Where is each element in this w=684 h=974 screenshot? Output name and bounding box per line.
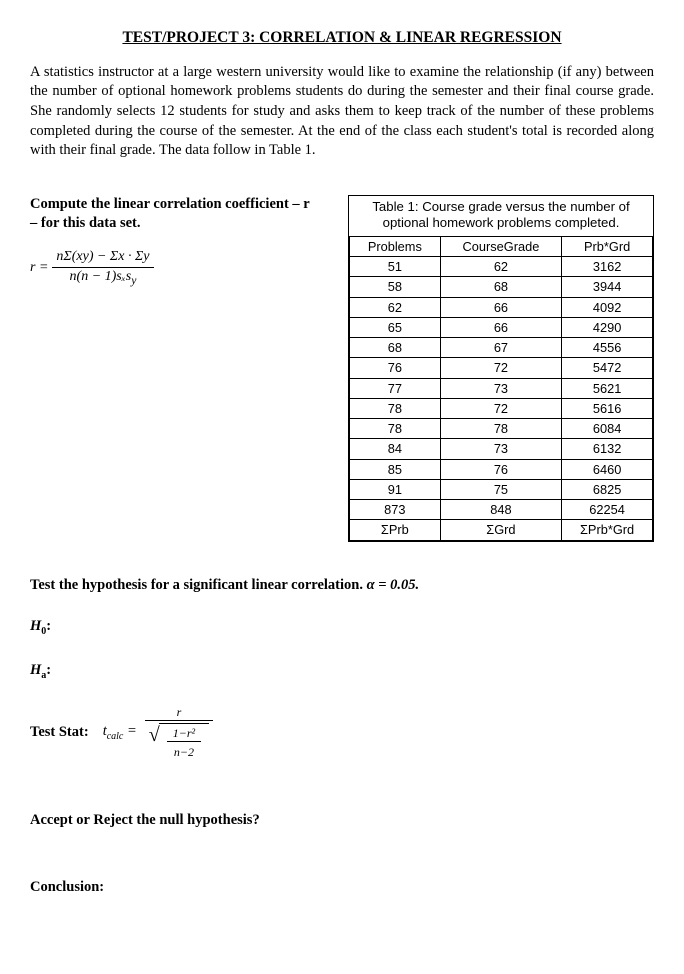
table-row: 51623162 — [350, 257, 653, 277]
data-table: Problems CourseGrade Prb*Grd 51623162586… — [349, 236, 653, 541]
table-cell: 5472 — [562, 358, 653, 378]
table-cell: 78 — [350, 419, 441, 439]
table-row: 77735621 — [350, 378, 653, 398]
sumlabel-prbgrd: ΣPrb*Grd — [562, 520, 653, 540]
intro-paragraph: A statistics instructor at a large weste… — [30, 63, 654, 161]
table-cell: 68 — [440, 277, 561, 297]
table-row: 78786084 — [350, 419, 653, 439]
sum-prbgrd: 62254 — [562, 500, 653, 520]
sum-grade: 848 — [440, 500, 561, 520]
table-cell: 62 — [350, 297, 441, 317]
table-cell: 66 — [440, 297, 561, 317]
conclusion-prompt: Conclusion: — [30, 878, 654, 898]
table-row: 65664290 — [350, 317, 653, 337]
table-cell: 73 — [440, 378, 561, 398]
table-cell: 72 — [440, 358, 561, 378]
table-cell: 72 — [440, 398, 561, 418]
table-row: 85766460 — [350, 459, 653, 479]
table-cell: 4092 — [562, 297, 653, 317]
table-cell: 76 — [440, 459, 561, 479]
table-cell: 4290 — [562, 317, 653, 337]
col-header-grade: CourseGrade — [440, 236, 561, 256]
test-stat-label: Test Stat: — [30, 723, 89, 743]
table-row: 76725472 — [350, 358, 653, 378]
test-stat-row: Test Stat: tcalc = r 1−r² n−2 — [30, 704, 654, 761]
r-numerator: nΣ(xy) − Σx · Σy — [52, 248, 153, 268]
table-cell: 65 — [350, 317, 441, 337]
table-cell: 85 — [350, 459, 441, 479]
table-cell: 84 — [350, 439, 441, 459]
table-cell: 6132 — [562, 439, 653, 459]
table-cell: 6460 — [562, 459, 653, 479]
table-cell: 66 — [440, 317, 561, 337]
table-cell: 77 — [350, 378, 441, 398]
compute-prompt: Compute the linear correlation coefficie… — [30, 195, 310, 234]
table-cell: 5621 — [562, 378, 653, 398]
table-cell: 6825 — [562, 479, 653, 499]
table-row: 68674556 — [350, 338, 653, 358]
page-title: TEST/PROJECT 3: CORRELATION & LINEAR REG… — [30, 28, 654, 49]
table-row: 84736132 — [350, 439, 653, 459]
col-header-problems: Problems — [350, 236, 441, 256]
r-lhs: r = — [30, 259, 48, 278]
table-row: 91756825 — [350, 479, 653, 499]
table-cell: 3162 — [562, 257, 653, 277]
table-cell: 58 — [350, 277, 441, 297]
sumlabel-grade: ΣGrd — [440, 520, 561, 540]
test-hypothesis-line: Test the hypothesis for a significant li… — [30, 576, 654, 596]
table-cell: 75 — [440, 479, 561, 499]
tcalc-denominator: 1−r² n−2 — [145, 721, 213, 760]
table-cell: 6084 — [562, 419, 653, 439]
r-formula: r = nΣ(xy) − Σx · Σy n(n − 1)sₓsy — [30, 248, 310, 288]
table-cell: 68 — [350, 338, 441, 358]
table-row: 58683944 — [350, 277, 653, 297]
col-header-prbgrd: Prb*Grd — [562, 236, 653, 256]
accept-reject-prompt: Accept or Reject the null hypothesis? — [30, 811, 654, 831]
h0-prompt: H0: — [30, 617, 654, 638]
table-cell: 51 — [350, 257, 441, 277]
table-cell: 78 — [440, 419, 561, 439]
table-cell: 91 — [350, 479, 441, 499]
table-cell: 78 — [350, 398, 441, 418]
r-denominator: n(n − 1)sₓsy — [52, 268, 153, 289]
table-row: 62664092 — [350, 297, 653, 317]
sum-problems: 873 — [350, 500, 441, 520]
table-cell: 73 — [440, 439, 561, 459]
table-cell: 5616 — [562, 398, 653, 418]
sumlabel-problems: ΣPrb — [350, 520, 441, 540]
table-cell: 4556 — [562, 338, 653, 358]
table-caption: Table 1: Course grade versus the number … — [349, 196, 653, 236]
table-cell: 62 — [440, 257, 561, 277]
table-cell: 67 — [440, 338, 561, 358]
table-cell: 3944 — [562, 277, 653, 297]
data-table-wrap: Table 1: Course grade versus the number … — [348, 195, 654, 542]
ha-prompt: Ha: — [30, 661, 654, 682]
tcalc-formula: tcalc = r 1−r² n−2 — [103, 704, 213, 761]
table-row: 78725616 — [350, 398, 653, 418]
table-cell: 76 — [350, 358, 441, 378]
tcalc-numerator: r — [145, 704, 213, 721]
